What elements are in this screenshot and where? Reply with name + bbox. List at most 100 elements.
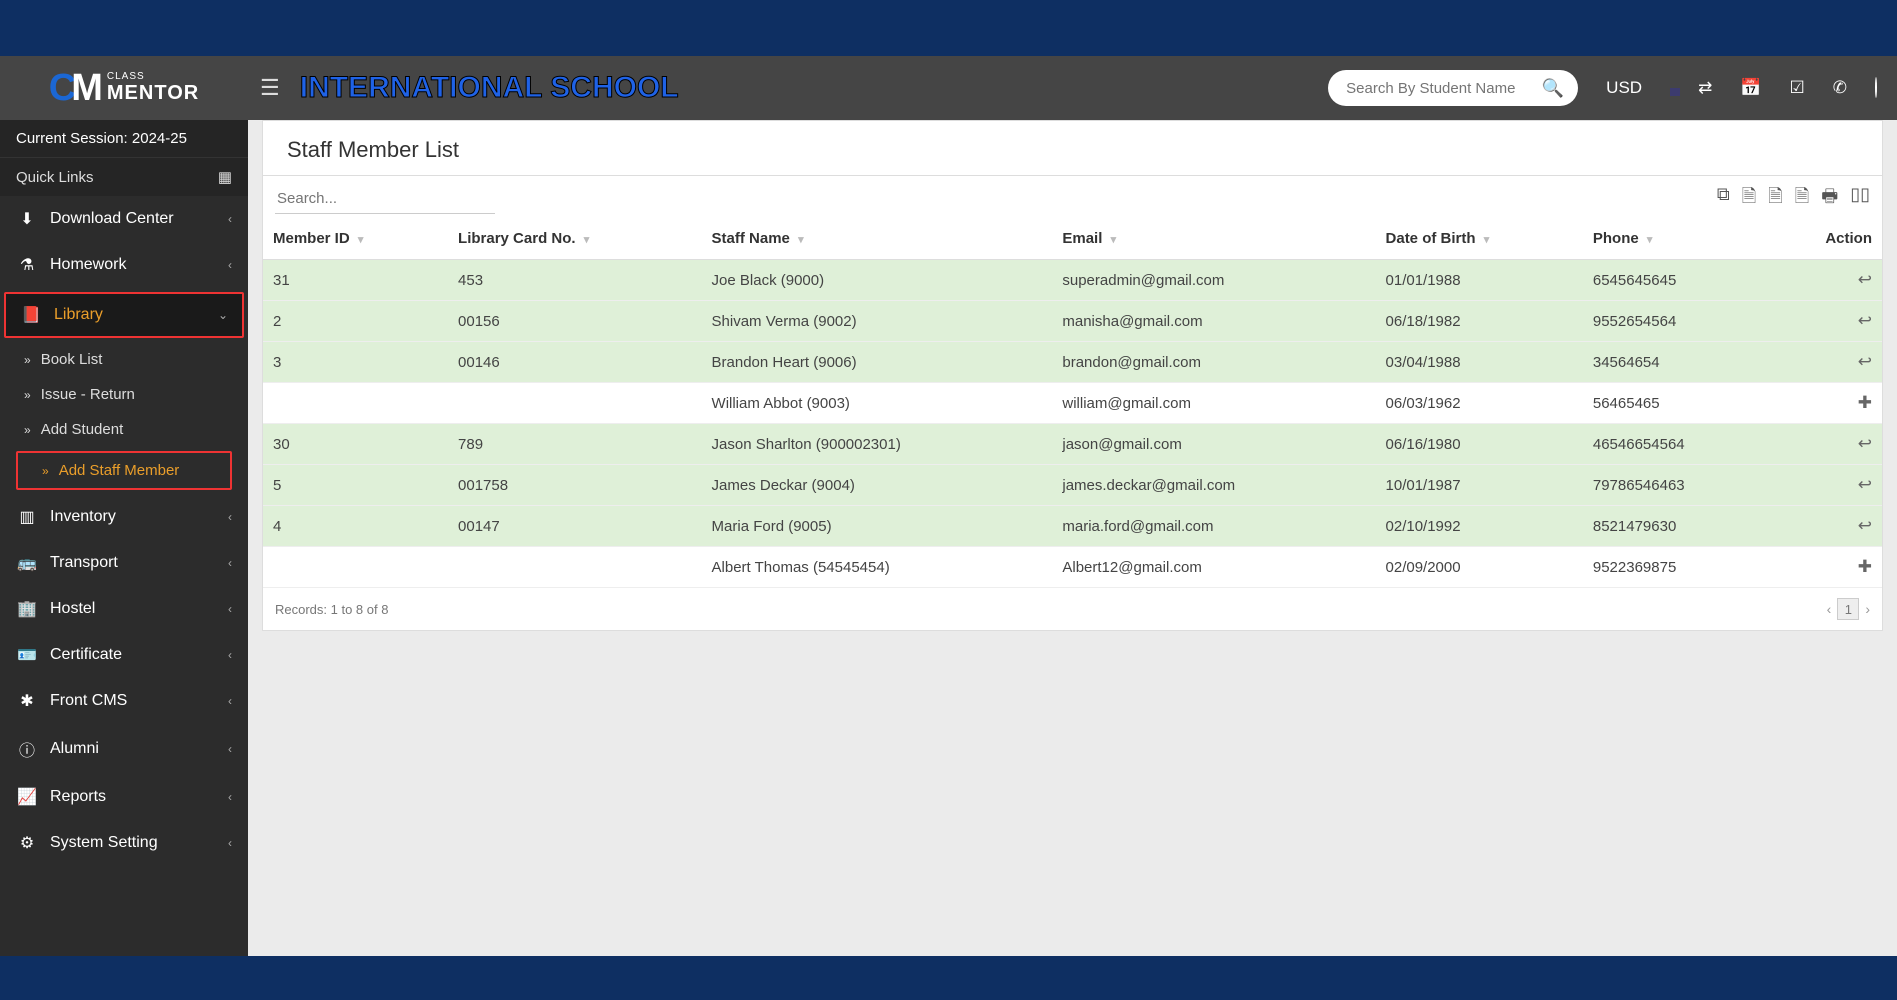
quick-links-label: Quick Links (16, 169, 94, 186)
col-date-of-birth[interactable]: Date of Birth ▾ (1376, 218, 1583, 260)
add-icon[interactable]: ✚ (1858, 557, 1872, 576)
sidebar-item-inventory[interactable]: ▥Inventory‹ (0, 494, 248, 540)
sidebar-sub-add-staff-member[interactable]: »Add Staff Member (16, 451, 232, 490)
reply-icon[interactable]: ↩ (1858, 516, 1872, 535)
sub-chevron-icon: » (24, 388, 31, 402)
cell-phone: 8521479630 (1583, 506, 1770, 547)
reply-icon[interactable]: ↩ (1858, 352, 1872, 371)
school-name: INTERNATIONAL SCHOOL (300, 71, 679, 105)
sidebar-sub-add-student[interactable]: »Add Student (0, 412, 248, 447)
cell-dob: 03/04/1988 (1376, 342, 1583, 383)
menu-label: Download Center (50, 210, 174, 228)
cell-card-no (448, 383, 702, 424)
sidebar-sub-issue---return[interactable]: » Issue - Return (0, 377, 248, 412)
print-icon[interactable]: 🖶 (1821, 184, 1838, 214)
sidebar-item-download-center[interactable]: ⬇Download Center‹ (0, 196, 248, 242)
menu-icon: 📕 (20, 305, 42, 325)
menu-icon: ⓘ (16, 737, 38, 761)
menu-label: Library (54, 306, 103, 324)
cell-email: james.deckar@gmail.com (1052, 465, 1375, 506)
col-staff-name[interactable]: Staff Name ▾ (702, 218, 1053, 260)
cell-dob: 06/18/1982 (1376, 301, 1583, 342)
menu-icon: ✱ (16, 691, 38, 711)
sub-chevron-icon: » (24, 353, 31, 367)
table-row: 31453Joe Black (9000)superadmin@gmail.co… (263, 260, 1882, 301)
sort-icon: ▾ (584, 234, 590, 246)
currency-label[interactable]: USD (1606, 78, 1642, 98)
sort-icon: ▾ (1111, 234, 1117, 246)
sidebar-item-homework[interactable]: ⚗Homework‹ (0, 242, 248, 288)
columns-icon[interactable]: ▯▯ (1850, 184, 1870, 214)
global-search: 🔍 (1328, 70, 1578, 106)
table-row: William Abbot (9003)william@gmail.com06/… (263, 383, 1882, 424)
cell-email: superadmin@gmail.com (1052, 260, 1375, 301)
page-number[interactable]: 1 (1837, 598, 1859, 620)
cell-phone: 34564654 (1583, 342, 1770, 383)
table-row: Albert Thomas (54545454)Albert12@gmail.c… (263, 547, 1882, 588)
col-member-id[interactable]: Member ID ▾ (263, 218, 448, 260)
cell-email: Albert12@gmail.com (1052, 547, 1375, 588)
cell-dob: 06/03/1962 (1376, 383, 1583, 424)
sidebar: Current Session: 2024-25 Quick Links ▦ ⬇… (0, 120, 248, 956)
hamburger-icon[interactable]: ☰ (260, 75, 280, 101)
add-icon[interactable]: ✚ (1858, 393, 1872, 412)
page-next[interactable]: › (1865, 601, 1870, 617)
pdf-icon[interactable]: 🗎 (1795, 184, 1809, 214)
sub-label: Issue - Return (41, 386, 135, 403)
reply-icon[interactable]: ↩ (1858, 434, 1872, 453)
avatar[interactable] (1875, 78, 1877, 98)
whatsapp-icon[interactable]: ✆ (1833, 78, 1847, 98)
cell-staff-name: Joe Black (9000) (702, 260, 1053, 301)
cell-staff-name: Shivam Verma (9002) (702, 301, 1053, 342)
table-row: 200156Shivam Verma (9002)manisha@gmail.c… (263, 301, 1882, 342)
chevron-icon: ‹ (228, 836, 232, 850)
col-action[interactable]: Action (1770, 218, 1882, 260)
table-search-input[interactable] (275, 184, 495, 214)
search-icon[interactable]: 🔍 (1542, 78, 1564, 99)
sidebar-sub-book-list[interactable]: »Book List (0, 342, 248, 377)
cell-card-no (448, 547, 702, 588)
cell-dob: 02/10/1992 (1376, 506, 1583, 547)
sidebar-item-alumni[interactable]: ⓘ Alumni ‹ (0, 724, 248, 774)
csv-icon[interactable]: 🗎 (1768, 184, 1782, 214)
chevron-icon: ‹ (228, 742, 232, 756)
cell-action: ↩ (1770, 424, 1882, 465)
chevron-icon: ‹ (228, 258, 232, 272)
copy-icon[interactable]: ⧉ (1717, 184, 1730, 214)
reply-icon[interactable]: ↩ (1858, 475, 1872, 494)
sidebar-item-reports[interactable]: 📈Reports‹ (0, 774, 248, 820)
excel-icon[interactable]: 🗎 (1742, 184, 1756, 214)
col-email[interactable]: Email ▾ (1052, 218, 1375, 260)
menu-label: Homework (50, 256, 126, 274)
col-phone[interactable]: Phone ▾ (1583, 218, 1770, 260)
calendar-icon[interactable]: 📅 (1740, 78, 1761, 98)
reply-icon[interactable]: ↩ (1858, 311, 1872, 330)
cell-member-id: 5 (263, 465, 448, 506)
quick-links-row[interactable]: Quick Links ▦ (0, 157, 248, 196)
sidebar-item-certificate[interactable]: 🪪Certificate‹ (0, 632, 248, 678)
cell-staff-name: James Deckar (9004) (702, 465, 1053, 506)
sidebar-item-front-cms[interactable]: ✱Front CMS‹ (0, 678, 248, 724)
sidebar-item-system-setting[interactable]: ⚙System Setting‹ (0, 820, 248, 866)
sort-icon: ▾ (1647, 234, 1653, 246)
table-row: 30789Jason Sharlton (900002301)jason@gma… (263, 424, 1882, 465)
reply-icon[interactable]: ↩ (1858, 270, 1872, 289)
table-row: 400147Maria Ford (9005)maria.ford@gmail.… (263, 506, 1882, 547)
sub-chevron-icon: » (42, 464, 49, 478)
menu-icon: 📈 (16, 787, 38, 807)
page-prev[interactable]: ‹ (1827, 601, 1832, 617)
cell-phone: 6545645645 (1583, 260, 1770, 301)
cell-action: ↩ (1770, 260, 1882, 301)
global-search-input[interactable] (1328, 70, 1578, 106)
chevron-icon: ‹ (228, 694, 232, 708)
cell-dob: 01/01/1988 (1376, 260, 1583, 301)
sidebar-item-library[interactable]: 📕Library⌄ (4, 292, 244, 338)
col-library-card-no-[interactable]: Library Card No. ▾ (448, 218, 702, 260)
sidebar-item-transport[interactable]: 🚌Transport‹ (0, 540, 248, 586)
menu-label: Alumni (50, 740, 99, 758)
swap-icon[interactable]: ⇄ (1698, 78, 1712, 98)
logo[interactable]: CM CLASS MENTOR (0, 56, 248, 120)
sidebar-item-hostel[interactable]: 🏢Hostel‹ (0, 586, 248, 632)
cell-staff-name: Jason Sharlton (900002301) (702, 424, 1053, 465)
check-icon[interactable]: ☑ (1790, 78, 1805, 98)
